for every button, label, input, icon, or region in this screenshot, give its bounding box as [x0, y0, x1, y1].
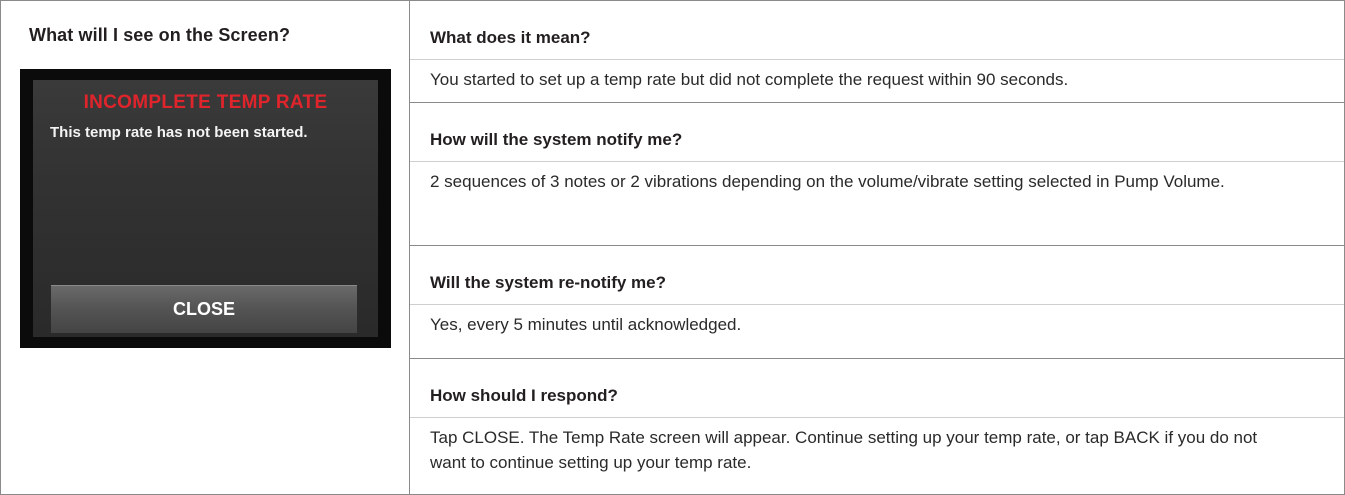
alarm-message: This temp rate has not been started.: [50, 124, 308, 141]
section-divider: [410, 304, 1344, 305]
alarm-reference-table: What will I see on the Screen? INCOMPLET…: [0, 0, 1345, 495]
section-body: You started to set up a temp rate but di…: [430, 70, 1069, 89]
close-button[interactable]: CLOSE: [51, 285, 357, 333]
section-divider: [410, 59, 1344, 60]
section-body: Yes, every 5 minutes until acknowledged.: [430, 315, 742, 334]
alarm-title: INCOMPLETE TEMP RATE: [83, 92, 328, 113]
section-divider: [410, 161, 1344, 162]
screen-preview-heading: What will I see on the Screen?: [29, 25, 291, 45]
section-heading: What does it mean?: [430, 28, 591, 47]
section-notify: How will the system notify me? 2 sequenc…: [410, 103, 1344, 246]
section-renotify: Will the system re-notify me? Yes, every…: [410, 246, 1344, 359]
section-body: 2 sequences of 3 notes or 2 vibrations d…: [430, 172, 1225, 191]
screen-preview-column: What will I see on the Screen? INCOMPLET…: [1, 1, 410, 494]
section-heading: Will the system re-notify me?: [430, 273, 667, 292]
section-body: Tap CLOSE. The Temp Rate screen will app…: [430, 428, 1258, 472]
section-heading: How should I respond?: [430, 386, 618, 405]
section-divider: [410, 417, 1344, 418]
device-screen-bezel: INCOMPLETE TEMP RATE This temp rate has …: [20, 69, 391, 348]
section-heading: How will the system notify me?: [430, 130, 683, 149]
device-screen: INCOMPLETE TEMP RATE This temp rate has …: [33, 80, 378, 337]
section-respond: How should I respond? Tap CLOSE. The Tem…: [410, 359, 1344, 494]
section-meaning: What does it mean? You started to set up…: [410, 1, 1344, 103]
explanation-column: What does it mean? You started to set up…: [410, 1, 1344, 494]
